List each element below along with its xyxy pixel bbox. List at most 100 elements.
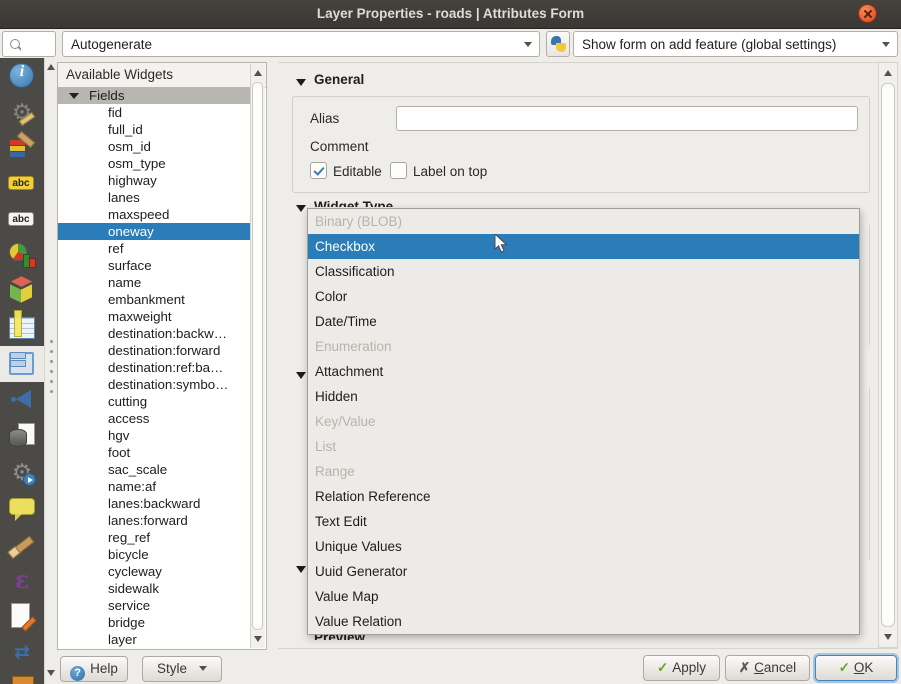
scroll-up-icon[interactable] [254, 70, 262, 76]
widget-type-option-unique-values[interactable]: Unique Values [308, 534, 859, 559]
label-on-top-label[interactable]: Label on top [413, 164, 487, 179]
field-item-service[interactable]: service [58, 597, 251, 614]
scroll-down-icon[interactable] [47, 670, 55, 676]
sidebar-scrollbar[interactable] [44, 58, 57, 684]
widget-type-option-color[interactable]: Color [308, 284, 859, 309]
widget-type-option-relation-reference[interactable]: Relation Reference [308, 484, 859, 509]
title-bar[interactable]: Layer Properties - roads | Attributes Fo… [0, 0, 901, 29]
field-item-osm-id[interactable]: osm_id [58, 138, 251, 155]
sidebar-item-auxiliary-storage[interactable]: Auxiliary Storage [0, 418, 44, 454]
close-button[interactable] [858, 4, 877, 23]
main-scrollbar[interactable] [878, 62, 898, 648]
widget-type-option-range[interactable]: Range [308, 459, 859, 484]
widget-type-option-list[interactable]: List [308, 434, 859, 459]
alias-input[interactable] [403, 110, 847, 127]
field-item-maxweight[interactable]: maxweight [58, 308, 251, 325]
field-item-destination-symbo[interactable]: destination:symbo… [58, 376, 251, 393]
scrollbar-thumb[interactable] [252, 82, 263, 630]
general-section-expander-icon[interactable] [296, 79, 306, 86]
section-expander-icon[interactable] [296, 566, 306, 573]
properties-search-box[interactable] [2, 31, 56, 57]
field-item-cycleway[interactable]: cycleway [58, 563, 251, 580]
field-item-cutting[interactable]: cutting [58, 393, 251, 410]
sidebar-item-attributes-form[interactable]: Attributes Form [0, 346, 44, 382]
widget-type-option-uuid-generator[interactable]: Uuid Generator [308, 559, 859, 584]
field-item-highway[interactable]: highway [58, 172, 251, 189]
field-item-layer[interactable]: layer [58, 631, 251, 648]
editable-label[interactable]: Editable [333, 164, 382, 179]
widget-type-option-date-time[interactable]: Date/Time [308, 309, 859, 334]
widget-type-option-value-relation[interactable]: Value Relation [308, 609, 859, 634]
field-item-full-id[interactable]: full_id [58, 121, 251, 138]
scroll-down-icon[interactable] [884, 634, 892, 640]
sidebar-item-display[interactable]: Display [0, 490, 44, 526]
sidebar-item-information[interactable]: iInformation [0, 58, 44, 94]
widget-type-option-attachment[interactable]: Attachment [308, 359, 859, 384]
widget-type-option-text-edit[interactable]: Text Edit [308, 509, 859, 534]
sidebar-item-actions[interactable]: ⚙Actions [0, 454, 44, 490]
sidebar-item-3d-view[interactable]: 3D View [0, 274, 44, 310]
field-item-hgv[interactable]: hgv [58, 427, 251, 444]
field-item-name[interactable]: name [58, 274, 251, 291]
field-item-bridge[interactable]: bridge [58, 614, 251, 631]
search-input[interactable] [21, 35, 55, 52]
sidebar-item-fields[interactable]: Fields [0, 310, 44, 346]
cancel-button[interactable]: ✗Cancel [725, 655, 810, 681]
field-item-ref[interactable]: ref [58, 240, 251, 257]
sidebar-item-rendering[interactable]: Rendering [0, 526, 44, 562]
general-section-title[interactable]: General [314, 72, 364, 87]
sidebar-item-source[interactable]: ⚙Source [0, 94, 44, 130]
field-item-sidewalk[interactable]: sidewalk [58, 580, 251, 597]
widget-type-option-classification[interactable]: Classification [308, 259, 859, 284]
field-item-reg-ref[interactable]: reg_ref [58, 529, 251, 546]
sidebar-item-variables[interactable]: εVariables [0, 562, 44, 598]
field-item-lanes[interactable]: lanes [58, 189, 251, 206]
ok-button[interactable]: ✓OK [815, 655, 897, 681]
widget-type-option-key-value[interactable]: Key/Value [308, 409, 859, 434]
field-item-access[interactable]: access [58, 410, 251, 427]
python-init-function-button[interactable] [546, 31, 570, 57]
field-item-fid[interactable]: fid [58, 104, 251, 121]
field-item-destination-ref-ba[interactable]: destination:ref:ba… [58, 359, 251, 376]
splitter-grip[interactable] [50, 340, 53, 343]
field-item-sac-scale[interactable]: sac_scale [58, 461, 251, 478]
field-item-bicycle[interactable]: bicycle [58, 546, 251, 563]
attribute-editor-layout-combo[interactable]: Autogenerate [62, 31, 540, 57]
field-item-osm-type[interactable]: osm_type [58, 155, 251, 172]
help-button[interactable]: ?Help [60, 656, 128, 682]
field-item-maxspeed[interactable]: maxspeed [58, 206, 251, 223]
sidebar-item-diagrams[interactable]: Diagrams [0, 238, 44, 274]
show-form-combo[interactable]: Show form on add feature (global setting… [573, 31, 898, 57]
section-expander-icon[interactable] [296, 372, 306, 379]
apply-button[interactable]: ✓Apply [643, 655, 720, 681]
sidebar-item-symbology[interactable]: Symbology [0, 130, 44, 166]
field-item-destination-forward[interactable]: destination:forward [58, 342, 251, 359]
expander-icon[interactable] [69, 93, 79, 99]
widget-type-option-hidden[interactable]: Hidden [308, 384, 859, 409]
fields-group-row[interactable]: Fields [58, 87, 251, 104]
widget-type-option-binary-blob[interactable]: Binary (BLOB) [308, 209, 859, 234]
scroll-up-icon[interactable] [884, 70, 892, 76]
label-on-top-checkbox[interactable] [390, 162, 407, 179]
field-item-lanes-backward[interactable]: lanes:backward [58, 495, 251, 512]
widgets-scrollbar[interactable] [250, 64, 265, 648]
widget-type-option-enumeration[interactable]: Enumeration [308, 334, 859, 359]
field-item-oneway[interactable]: oneway [58, 223, 251, 240]
widget-type-option-value-map[interactable]: Value Map [308, 584, 859, 609]
field-item-name-af[interactable]: name:af [58, 478, 251, 495]
field-item-foot[interactable]: foot [58, 444, 251, 461]
scroll-down-icon[interactable] [254, 636, 262, 642]
sidebar-item-metadata[interactable]: Metadata [0, 598, 44, 634]
field-item-embankment[interactable]: embankment [58, 291, 251, 308]
sidebar-item-labels[interactable]: abcLabels [0, 166, 44, 202]
widget-type-option-checkbox[interactable]: Checkbox [308, 234, 859, 259]
scrollbar-thumb[interactable] [881, 83, 895, 627]
sidebar-item-joins[interactable]: Joins [0, 382, 44, 418]
alias-field[interactable] [396, 106, 858, 131]
sidebar-item-dependencies[interactable]: ⇄Dependencies [0, 634, 44, 670]
editable-checkbox[interactable] [310, 162, 327, 179]
widget-type-section-title-clipped[interactable]: Widget Type [314, 199, 444, 207]
style-button[interactable]: Style [142, 656, 222, 682]
field-item-destination-backw[interactable]: destination:backw… [58, 325, 251, 342]
widget-type-section-expander-icon[interactable] [296, 205, 306, 212]
